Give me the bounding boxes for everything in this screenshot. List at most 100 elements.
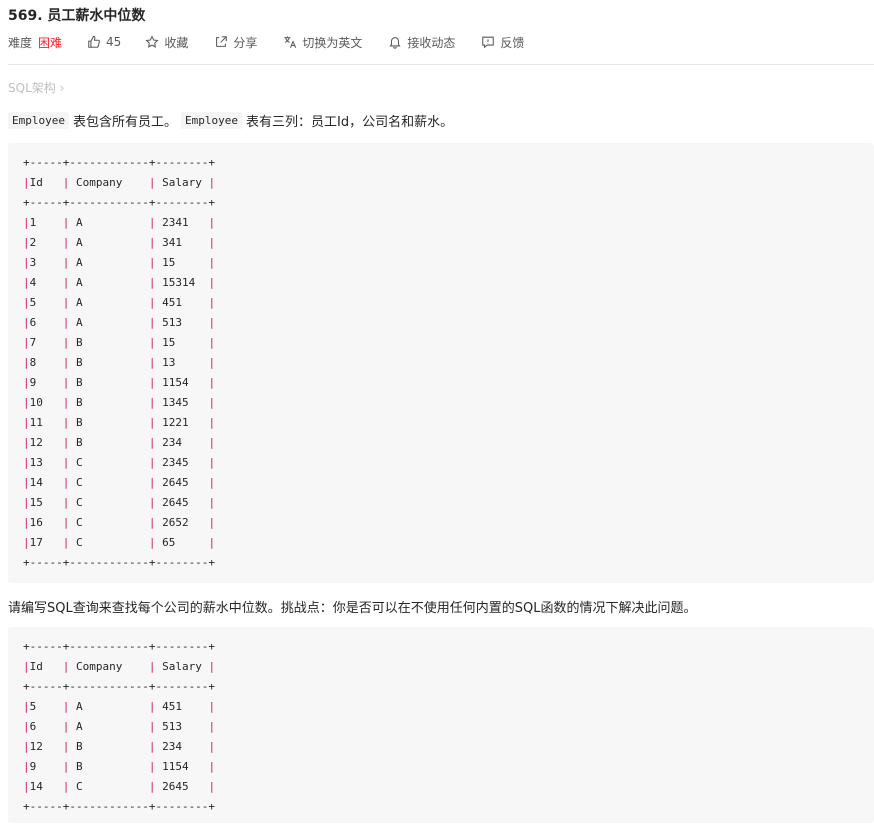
table-cell: Company	[69, 660, 149, 673]
column-separator: |	[208, 296, 216, 309]
column-separator: |	[208, 356, 216, 369]
table-cell: B	[69, 760, 149, 773]
table-cell: 15314	[155, 276, 209, 289]
favorite-button[interactable]: 收藏	[145, 34, 188, 51]
favorite-label: 收藏	[164, 35, 189, 50]
table-cell: 6	[29, 316, 63, 329]
column-separator: |	[23, 356, 30, 369]
table-cell: 15	[155, 256, 209, 269]
table-row: |9 | B | 1154 |	[23, 757, 874, 777]
column-separator: |	[23, 536, 30, 549]
column-separator: |	[208, 236, 216, 249]
table-cell: 341	[155, 236, 209, 249]
table-cell: 16	[29, 516, 63, 529]
translate-icon	[284, 36, 297, 48]
table-cell: Company	[69, 176, 149, 189]
column-separator: |	[23, 720, 30, 733]
table-cell: 234	[155, 436, 209, 449]
table-cell: C	[69, 516, 149, 529]
table-cell: C	[69, 496, 149, 509]
table-cell: 4	[29, 276, 63, 289]
table-cell: 234	[155, 740, 209, 753]
table-cell: C	[69, 536, 149, 549]
table-cell: 3	[29, 256, 63, 269]
column-separator: |	[208, 416, 216, 429]
table-row: |9 | B | 1154 |	[23, 373, 874, 393]
column-separator: |	[208, 476, 216, 489]
column-separator: |	[23, 700, 30, 713]
feedback-button[interactable]: 反馈	[481, 34, 524, 51]
switch-language-button[interactable]: 切换为英文	[283, 34, 362, 51]
table-cell: B	[69, 740, 149, 753]
table-header-row: |Id | Company | Salary |	[23, 657, 874, 677]
table-cell: 12	[29, 740, 63, 753]
description-text-2: 表有三列：员工Id，公司名和薪水。	[245, 115, 454, 130]
table-row: |7 | B | 15 |	[23, 333, 874, 353]
column-separator: |	[208, 536, 216, 549]
table-cell: 8	[29, 356, 63, 369]
table-cell: Id	[29, 176, 63, 189]
table-cell: 2652	[155, 516, 209, 529]
table-row: |14 | C | 2645 |	[23, 473, 874, 493]
table-cell: B	[69, 416, 149, 429]
table-row: |5 | A | 451 |	[23, 293, 874, 313]
column-separator: |	[208, 396, 216, 409]
inline-code-employee: Employee	[181, 112, 242, 129]
table-row: |6 | A | 513 |	[23, 313, 874, 333]
like-count: 45	[106, 35, 122, 49]
column-separator: |	[23, 496, 30, 509]
column-separator: |	[23, 376, 30, 389]
table-cell: 451	[155, 296, 209, 309]
problem-meta-bar: 难度 困难 45 收藏 分享 切换为英文 接收动态 反馈	[8, 33, 524, 51]
page-title: 569. 员工薪水中位数	[8, 8, 146, 24]
table-cell: 513	[155, 316, 209, 329]
table-cell: 2645	[155, 780, 209, 793]
table-cell: 6	[29, 720, 63, 733]
column-separator: |	[208, 376, 216, 389]
table-cell: 17	[29, 536, 63, 549]
description-text-1: 表包含所有员工。	[72, 115, 177, 130]
table-cell: Salary	[155, 660, 209, 673]
share-button[interactable]: 分享	[214, 34, 257, 51]
column-separator: |	[23, 296, 30, 309]
subscribe-button[interactable]: 接收动态	[388, 34, 455, 51]
description-intro: Employee 表包含所有员工。 Employee 表有三列：员工Id，公司名…	[8, 111, 453, 130]
table-header-row: |Id | Company | Salary |	[23, 173, 874, 193]
column-separator: |	[208, 216, 216, 229]
input-table-block: +-----+------------+--------+ |Id | Compa…	[8, 143, 874, 583]
table-row: |15 | C | 2645 |	[23, 493, 874, 513]
table-cell: 2345	[155, 456, 209, 469]
table-cell: 15	[29, 496, 63, 509]
column-separator: |	[23, 176, 30, 189]
thumbs-up-icon	[88, 35, 100, 48]
table-row: |1 | A | 2341 |	[23, 213, 874, 233]
table-row: |12 | B | 234 |	[23, 433, 874, 453]
table-cell: 513	[155, 720, 209, 733]
difficulty-badge: 困难	[38, 35, 63, 50]
table-cell: 65	[155, 536, 209, 549]
like-button[interactable]: 45	[87, 35, 121, 49]
table-cell: 2645	[155, 496, 209, 509]
table-cell: 1345	[155, 396, 209, 409]
subscribe-label: 接收动态	[407, 35, 456, 50]
table-row: |5 | A | 451 |	[23, 697, 874, 717]
column-separator: |	[208, 276, 216, 289]
table-cell: 12	[29, 436, 63, 449]
table-cell: 5	[29, 700, 63, 713]
table-row: |4 | A | 15314 |	[23, 273, 874, 293]
table-cell: 9	[29, 760, 63, 773]
column-separator: |	[208, 176, 216, 189]
column-separator: |	[208, 760, 216, 773]
column-separator: |	[23, 660, 30, 673]
table-cell: A	[69, 236, 149, 249]
table-cell: 1221	[155, 416, 209, 429]
table-cell: B	[69, 396, 149, 409]
breadcrumb-sql-schema[interactable]: SQL架构 ›	[8, 79, 64, 96]
table-cell: A	[69, 700, 149, 713]
table-cell: 2341	[155, 216, 209, 229]
table-cell: 2	[29, 236, 63, 249]
star-icon	[145, 35, 159, 48]
table-cell: Id	[29, 660, 63, 673]
table-cell: 14	[29, 476, 63, 489]
table-border-line: +-----+------------+--------+	[23, 196, 216, 209]
